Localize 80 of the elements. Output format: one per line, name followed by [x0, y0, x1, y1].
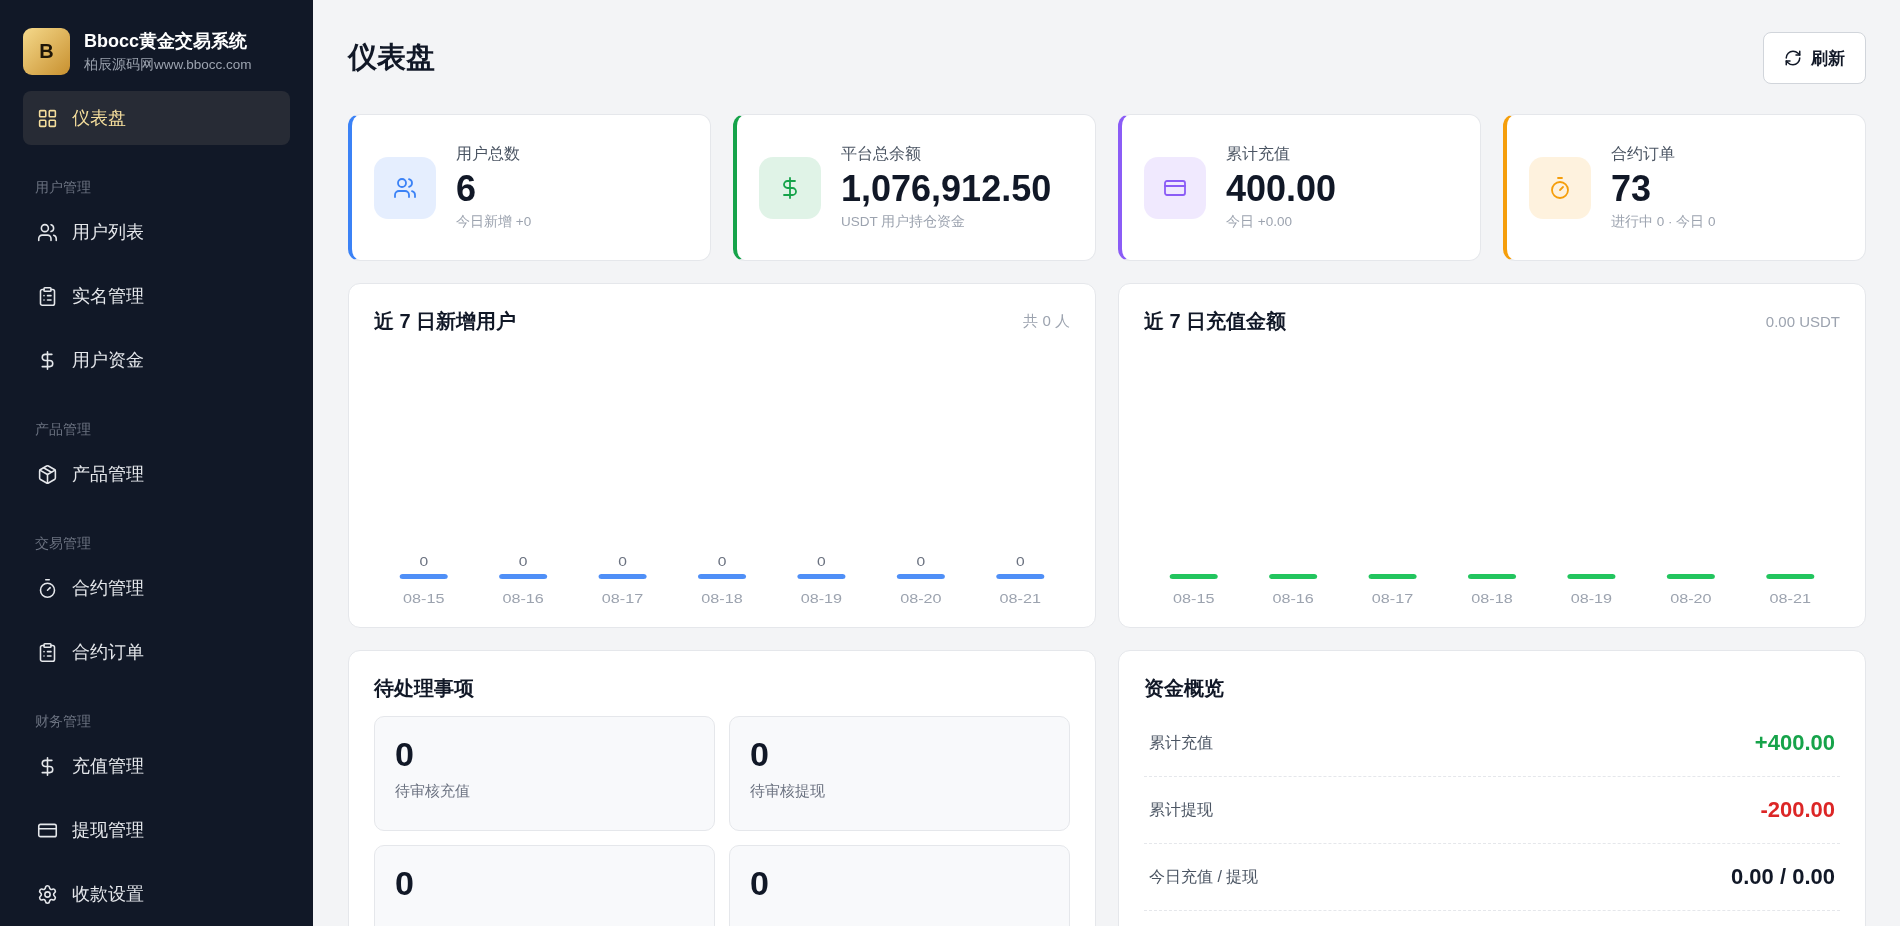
stat-value: 400.00	[1226, 168, 1337, 210]
page-title: 仪表盘	[348, 40, 435, 75]
stat-value: 73	[1611, 168, 1653, 210]
nav-item[interactable]: 用户列表	[23, 205, 290, 259]
pending-count: 0	[750, 864, 770, 903]
nav-item[interactable]: 合约管理	[23, 561, 290, 615]
axis-label: 08-19	[800, 591, 843, 606]
bar-value-label: 0	[817, 554, 826, 569]
axis-label: 08-15	[403, 591, 445, 606]
fund-label: 今日充值 / 提现	[1149, 866, 1259, 887]
bar-value-label: 0	[419, 554, 429, 569]
axis-label: 08-21	[999, 591, 1041, 606]
fund-value: +400.00	[1754, 730, 1835, 756]
stat-note: 今日新增 +0	[456, 212, 532, 231]
chart-title: 近 7 日新增用户	[374, 309, 517, 334]
stat-label: 用户总数	[456, 144, 521, 165]
clipboard-icon	[37, 285, 58, 307]
clipboard-icon	[37, 641, 58, 663]
stat-value: 6	[456, 168, 478, 210]
nav-group-header: 财务管理	[34, 713, 92, 731]
refresh-icon	[1784, 49, 1802, 67]
chart-summary: 共 0 人	[1023, 312, 1070, 331]
fund-label: 累计充值	[1149, 732, 1213, 753]
card-title: 资金概览	[1144, 677, 1224, 699]
bar-value-label: 0	[916, 554, 926, 569]
nav-item[interactable]: 充值管理	[23, 739, 290, 793]
pending-label: 待审核提现	[750, 782, 826, 801]
box-icon	[37, 463, 58, 485]
refresh-button[interactable]: 刷新	[1763, 32, 1866, 84]
brand-subtitle: 柏辰源码网www.bbocc.com	[84, 56, 252, 74]
bar-value-label: 0	[1015, 554, 1025, 569]
stopwatch-icon	[1548, 175, 1572, 200]
nav-group-header: 产品管理	[34, 421, 92, 439]
pending-count: 0	[750, 735, 770, 774]
axis-label: 08-21	[1769, 591, 1811, 606]
stat-note: 进行中 0 · 今日 0	[1611, 212, 1716, 231]
nav-item[interactable]: 用户资金	[23, 333, 290, 387]
users-icon	[393, 175, 417, 200]
users-icon	[37, 221, 58, 243]
stat-label: 平台总余额	[841, 144, 922, 165]
stat-value: 1,076,912.50	[841, 168, 1052, 210]
axis-label: 08-16	[502, 591, 544, 606]
stat-note: 今日 +0.00	[1226, 212, 1293, 231]
nav-item[interactable]: 合约订单	[23, 625, 290, 679]
nav-item[interactable]: 仪表盘	[23, 91, 290, 145]
card-title: 待处理事项	[374, 677, 474, 699]
stat-label: 合约订单	[1611, 144, 1676, 165]
axis-label: 08-17	[1371, 591, 1414, 606]
grid-icon	[37, 107, 58, 129]
stat-label: 累计充值	[1226, 144, 1291, 165]
nav-group-header: 用户管理	[34, 179, 92, 197]
nav-item[interactable]: 实名管理	[23, 269, 290, 323]
stat-note: USDT 用户持仓资金	[841, 212, 967, 231]
axis-label: 08-20	[900, 591, 942, 606]
axis-label: 08-18	[701, 591, 743, 606]
brand-title: Bbocc黄金交易系统	[84, 30, 248, 53]
stopwatch-icon	[37, 577, 58, 599]
axis-label: 08-20	[1670, 591, 1712, 606]
chart-summary: 0.00 USDT	[1765, 313, 1840, 330]
chart-title: 近 7 日充值金额	[1144, 309, 1287, 334]
pending-count: 0	[395, 864, 415, 903]
pending-count: 0	[395, 735, 415, 774]
axis-label: 08-19	[1570, 591, 1613, 606]
axis-label: 08-16	[1272, 591, 1314, 606]
fund-label: 累计提现	[1149, 799, 1213, 820]
nav-item[interactable]: 收款设置	[23, 867, 290, 921]
nav-item[interactable]: 产品管理	[23, 447, 290, 501]
fund-value: -200.00	[1760, 797, 1835, 823]
pending-label: 待审核充值	[395, 782, 471, 801]
bar-value-label: 0	[717, 554, 727, 569]
nav-item[interactable]: 提现管理	[23, 803, 290, 857]
bar-value-label: 0	[518, 554, 528, 569]
axis-label: 08-18	[1471, 591, 1513, 606]
logo: B	[23, 28, 70, 75]
nav-group-header: 交易管理	[34, 535, 92, 553]
fund-value: 0.00 / 0.00	[1731, 864, 1835, 890]
axis-label: 08-17	[601, 591, 644, 606]
axis-label: 08-15	[1173, 591, 1215, 606]
bar-value-label: 0	[618, 554, 627, 569]
settings-icon	[37, 883, 58, 905]
